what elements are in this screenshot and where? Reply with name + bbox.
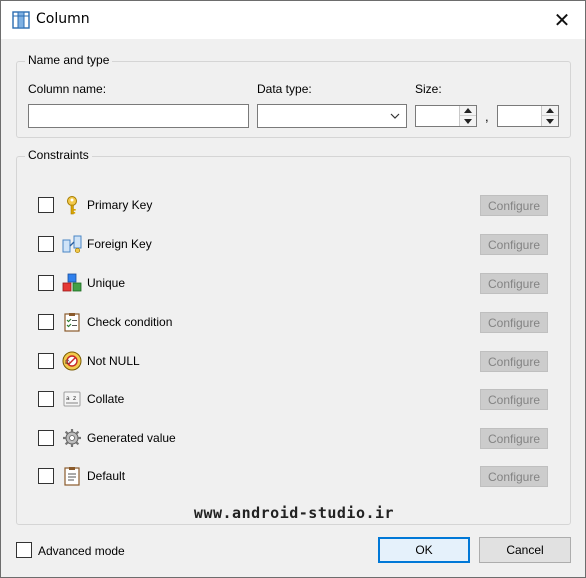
generated-value-configure-button[interactable]: Configure (480, 428, 548, 449)
advanced-mode-checkbox[interactable] (16, 542, 32, 558)
spin-down-button[interactable] (542, 116, 558, 126)
column-name-label: Column name: (28, 82, 107, 96)
data-type-label: Data type: (257, 82, 312, 96)
collate-configure-button[interactable]: Configure (480, 389, 548, 410)
unique-label: Unique (87, 276, 126, 290)
default-clipboard-icon (64, 467, 80, 486)
constraint-row-primary-key: Primary Key Configure (38, 195, 548, 217)
primary-key-configure-button[interactable]: Configure (480, 195, 548, 216)
size-spinner-1[interactable] (415, 105, 477, 127)
data-type-select[interactable] (257, 104, 407, 128)
unique-checkbox[interactable] (38, 275, 54, 291)
foreign-key-checkbox[interactable] (38, 236, 54, 252)
title-bar: Column ✕ (1, 1, 585, 39)
constraint-row-not-null: ∅ Not NULL Configure (38, 351, 548, 373)
collate-checkbox[interactable] (38, 391, 54, 407)
chevron-down-icon (390, 113, 400, 119)
size-separator: , (485, 109, 489, 124)
check-condition-configure-button[interactable]: Configure (480, 312, 548, 333)
foreign-key-configure-button[interactable]: Configure (480, 234, 548, 255)
constraint-row-check-condition: Check condition Configure (38, 312, 548, 334)
size-label: Size: (415, 82, 442, 96)
svg-text:a: a (66, 395, 70, 402)
not-null-icon: ∅ (62, 351, 82, 371)
window-title: Column (36, 11, 90, 27)
spin-down-button[interactable] (460, 116, 476, 126)
not-null-checkbox[interactable] (38, 353, 54, 369)
generated-value-label: Generated value (87, 431, 176, 445)
collate-label: Collate (87, 392, 125, 406)
watermark-text: www.android-studio.ir (193, 504, 395, 522)
gear-icon (63, 429, 81, 447)
constraint-row-generated-value: Generated value Configure (38, 428, 548, 450)
name-and-type-label: Name and type (25, 53, 113, 67)
spinner-arrows[interactable] (541, 106, 558, 126)
check-clipboard-icon (64, 313, 80, 332)
default-configure-button[interactable]: Configure (480, 466, 548, 487)
not-null-configure-button[interactable]: Configure (480, 351, 548, 372)
advanced-mode-label: Advanced mode (38, 544, 125, 558)
size-spinner-2[interactable] (497, 105, 559, 127)
default-checkbox[interactable] (38, 468, 54, 484)
arrow-up-icon (546, 108, 554, 113)
spin-up-button[interactable] (460, 106, 476, 116)
check-condition-label: Check condition (87, 315, 173, 329)
default-label: Default (87, 469, 126, 483)
arrow-up-icon (464, 108, 472, 113)
svg-text:∅: ∅ (65, 359, 70, 366)
ok-button[interactable]: OK (378, 537, 470, 563)
arrow-down-icon (464, 118, 472, 124)
primary-key-checkbox[interactable] (38, 197, 54, 213)
constraint-row-collate: a z Collate Configure (38, 389, 548, 411)
not-null-label: Not NULL (87, 354, 140, 368)
spin-up-button[interactable] (542, 106, 558, 116)
collate-icon: a z (63, 391, 81, 407)
constraints-label: Constraints (25, 148, 92, 162)
svg-text:z: z (73, 395, 76, 402)
key-icon (67, 196, 77, 215)
column-dialog: Column ✕ Name and type Column name: Data… (0, 0, 586, 578)
close-icon: ✕ (553, 8, 571, 32)
arrow-down-icon (546, 118, 554, 124)
generated-value-checkbox[interactable] (38, 430, 54, 446)
column-table-icon (12, 11, 30, 29)
check-condition-checkbox[interactable] (38, 314, 54, 330)
foreign-key-icon (62, 235, 82, 254)
unique-configure-button[interactable]: Configure (480, 273, 548, 294)
column-name-input[interactable] (28, 104, 249, 128)
constraint-row-foreign-key: Foreign Key Configure (38, 234, 548, 256)
spinner-arrows[interactable] (459, 106, 476, 126)
primary-key-label: Primary Key (87, 198, 153, 212)
foreign-key-label: Foreign Key (87, 237, 152, 251)
close-button[interactable]: ✕ (539, 1, 585, 39)
constraint-row-unique: Unique Configure (38, 273, 548, 295)
cancel-button[interactable]: Cancel (479, 537, 571, 563)
constraint-row-default: Default Configure (38, 466, 548, 488)
unique-blocks-icon (62, 273, 82, 292)
